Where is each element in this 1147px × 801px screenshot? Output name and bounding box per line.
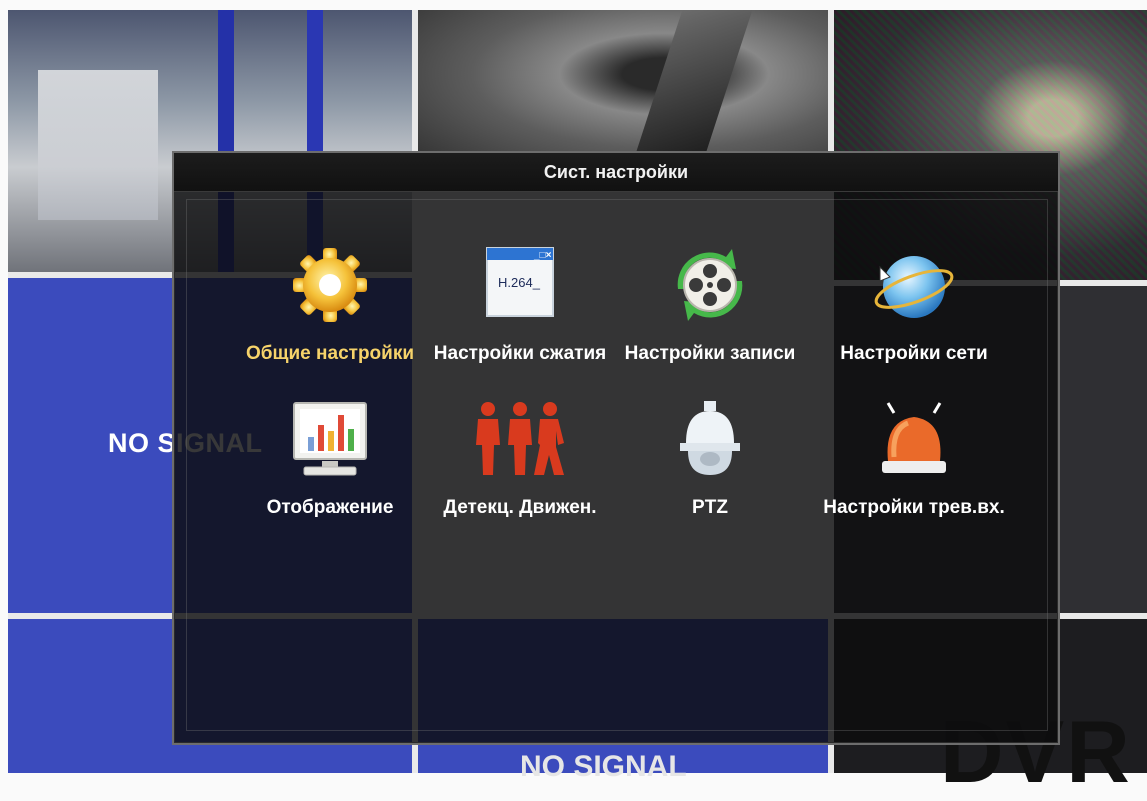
system-settings-window: Сист. настройки Общие настройки _□× H.26…: [172, 151, 1060, 745]
menu-item-alarm-input-settings[interactable]: Настройки трев.вх.: [814, 399, 1014, 529]
camera-feed-2: [418, 10, 828, 170]
dome-camera-icon: [680, 401, 740, 475]
h264-window-icon: _□× H.264_: [486, 247, 554, 317]
menu-item-ptz[interactable]: PTZ: [610, 399, 810, 529]
svg-text:_□×: _□×: [533, 250, 552, 261]
menu-item-label: Настройки сети: [840, 343, 988, 364]
title-bar: Сист. настройки: [174, 153, 1058, 192]
menu-item-label: Настройки трев.вх.: [823, 497, 1005, 518]
film-reel-icon: [677, 249, 743, 321]
alarm-siren-icon: [882, 402, 946, 473]
motion-figures-icon: [476, 402, 564, 475]
monitor-chart-icon: [293, 402, 367, 476]
menu-item-network-settings[interactable]: Настройки сети: [814, 245, 1014, 375]
window-title: Сист. настройки: [543, 162, 689, 182]
globe-icon: [874, 256, 954, 318]
no-signal-text-bottom: NO SIGNAL: [520, 750, 687, 783]
gear-icon: [293, 248, 367, 322]
svg-text:H.264_: H.264_: [498, 275, 541, 290]
menu-item-recording-settings[interactable]: Настройки записи: [610, 245, 810, 375]
